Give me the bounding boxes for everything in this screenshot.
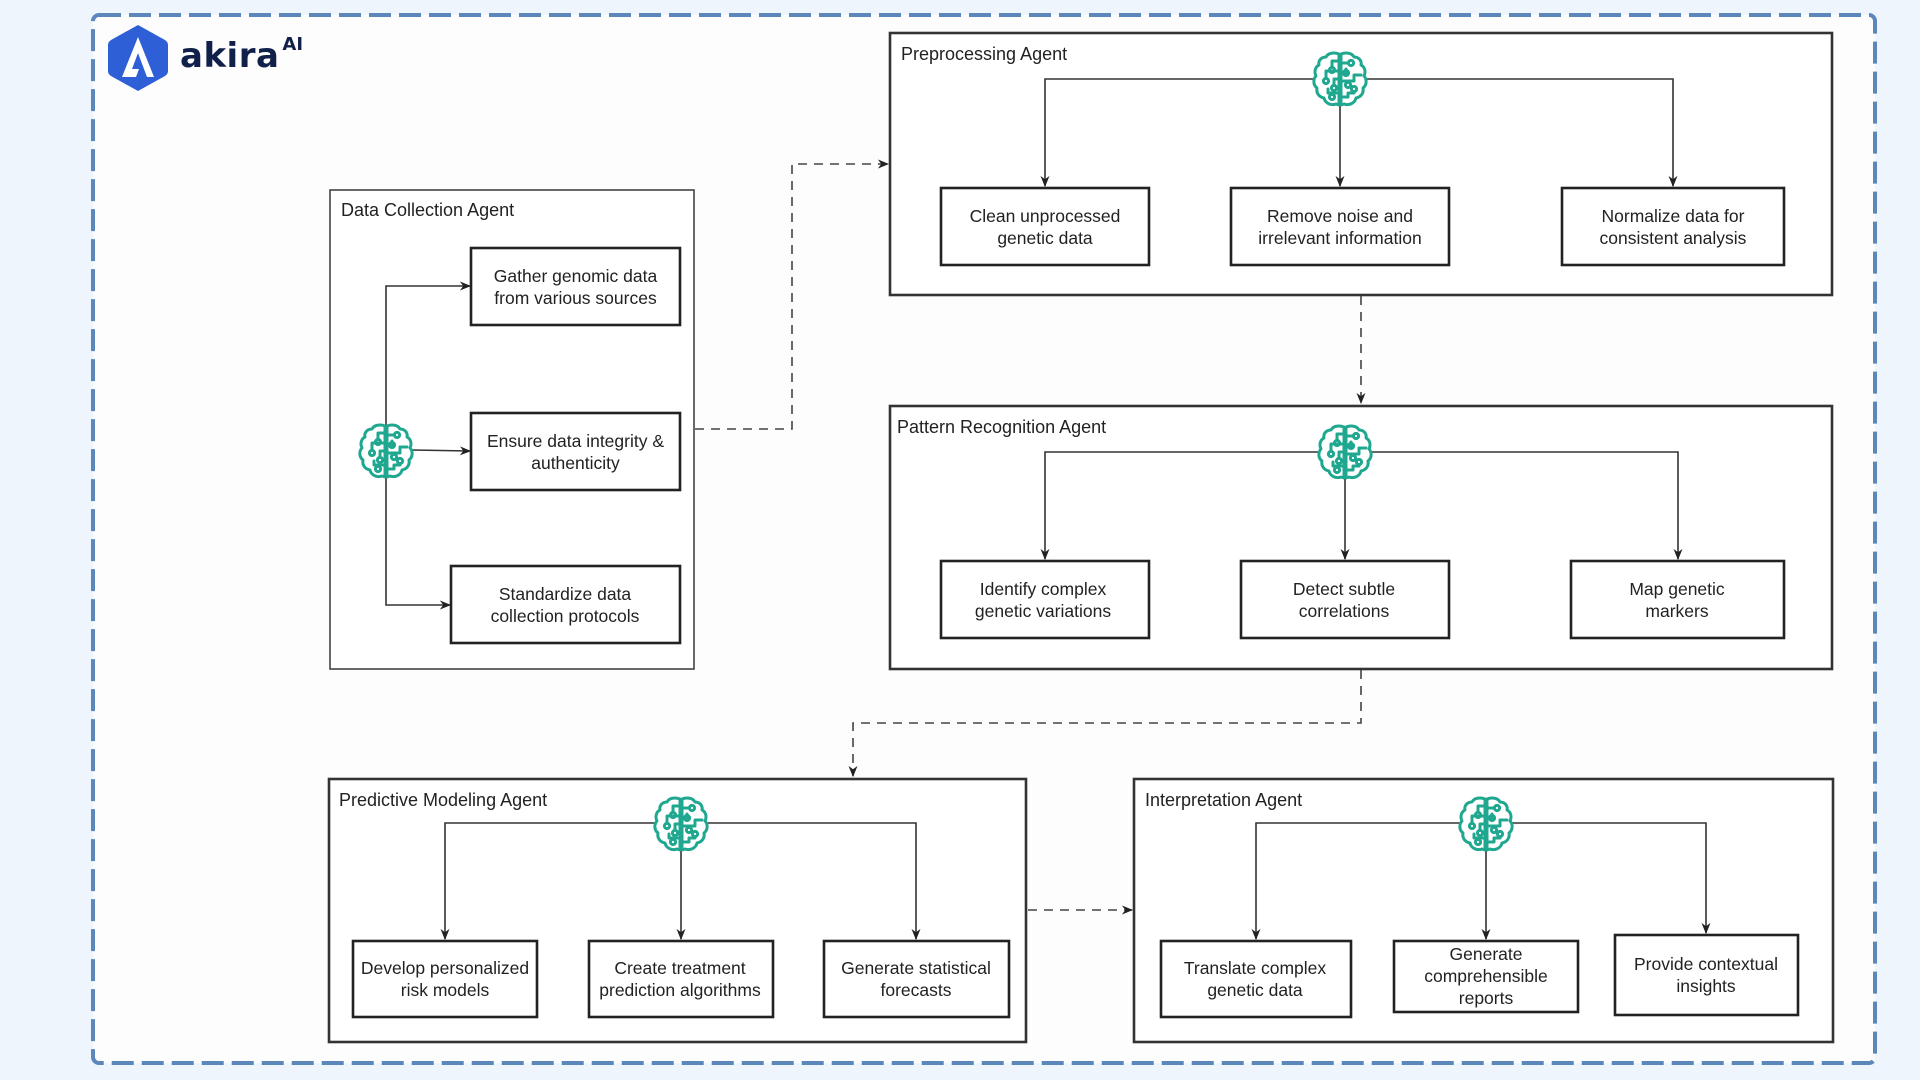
svg-text:genetic data: genetic data	[1207, 980, 1303, 1000]
svg-text:markers: markers	[1645, 601, 1708, 621]
svg-text:Detect subtle: Detect subtle	[1293, 579, 1395, 599]
svg-text:Normalize data for: Normalize data for	[1602, 206, 1745, 226]
svg-text:consistent analysis: consistent analysis	[1600, 228, 1747, 248]
svg-text:Generate: Generate	[1450, 944, 1523, 964]
svg-text:from various sources: from various sources	[494, 288, 657, 308]
svg-text:Clean unprocessed: Clean unprocessed	[970, 206, 1121, 226]
connector	[411, 446, 472, 456]
svg-text:prediction algorithms: prediction algorithms	[599, 980, 761, 1000]
interpretation-agent-title: Interpretation Agent	[1145, 790, 1302, 810]
task-normalize-data[interactable]: Normalize data for consistent analysis	[1560, 186, 1786, 267]
svg-text:risk models: risk models	[401, 980, 490, 1000]
task-provide-insights[interactable]: Provide contextual insights	[1613, 933, 1800, 1017]
task-gather-genomic-data[interactable]: Gather genomic data from various sources	[469, 246, 682, 327]
pattern-recognition-agent: Pattern Recognition Agent Identify compl…	[888, 404, 1834, 671]
task-standardize-protocols[interactable]: Standardize data collection protocols	[449, 564, 682, 645]
svg-text:Ensure data integrity &: Ensure data integrity &	[487, 431, 664, 451]
task-remove-noise[interactable]: Remove noise and irrelevant information	[1229, 186, 1451, 267]
svg-text:Standardize data: Standardize data	[499, 584, 632, 604]
preprocessing-agent: Preprocessing Agent Clean unprocessed ge…	[888, 31, 1834, 297]
svg-text:Translate complex: Translate complex	[1184, 958, 1327, 978]
svg-text:insights: insights	[1676, 976, 1736, 996]
task-create-treatment-algorithms[interactable]: Create treatment prediction algorithms	[587, 939, 775, 1019]
svg-text:forecasts: forecasts	[881, 980, 952, 1000]
svg-text:correlations: correlations	[1299, 601, 1390, 621]
task-map-markers[interactable]: Map genetic markers	[1569, 559, 1786, 640]
brand-suffix: AI	[282, 33, 304, 55]
svg-text:genetic data: genetic data	[997, 228, 1093, 248]
predictive-modeling-agent: Predictive Modeling Agent Develop person…	[327, 777, 1028, 1044]
task-develop-risk-models[interactable]: Develop personalized risk models	[351, 939, 539, 1019]
interpretation-agent: Interpretation Agent Translate complex g…	[1132, 777, 1835, 1044]
task-clean-genetic-data[interactable]: Clean unprocessed genetic data	[939, 186, 1151, 267]
svg-text:Develop personalized: Develop personalized	[361, 958, 529, 978]
task-ensure-data-integrity[interactable]: Ensure data integrity & authenticity	[469, 411, 682, 492]
svg-text:collection protocols: collection protocols	[491, 606, 640, 626]
svg-text:Generate statistical: Generate statistical	[841, 958, 991, 978]
task-translate-genetic-data[interactable]: Translate complex genetic data	[1159, 939, 1353, 1019]
svg-text:Provide contextual: Provide contextual	[1634, 954, 1778, 974]
task-identify-variations[interactable]: Identify complex genetic variations	[939, 559, 1151, 640]
svg-text:comprehensible: comprehensible	[1424, 966, 1548, 986]
flow-arrow-pattern-to-predictive	[848, 670, 1362, 778]
svg-text:Gather genomic data: Gather genomic data	[494, 266, 658, 286]
pattern-recognition-agent-title: Pattern Recognition Agent	[897, 417, 1106, 437]
agent-workflow-diagram: Data Collection Agent Gather genomic dat…	[91, 13, 1877, 1065]
svg-text:reports: reports	[1459, 988, 1514, 1008]
svg-text:genetic variations: genetic variations	[975, 601, 1111, 621]
task-generate-forecasts[interactable]: Generate statistical forecasts	[822, 939, 1011, 1019]
data-collection-agent-title: Data Collection Agent	[341, 200, 514, 220]
brand-name: akira	[180, 36, 280, 76]
svg-text:Identify complex: Identify complex	[980, 579, 1107, 599]
task-generate-reports[interactable]: Generate comprehensible reports	[1392, 939, 1580, 1014]
akira-ai-logo[interactable]: akira AI	[106, 22, 303, 94]
svg-text:irrelevant information: irrelevant information	[1258, 228, 1421, 248]
svg-text:Map genetic: Map genetic	[1629, 579, 1725, 599]
akira-logo-hexagon-icon	[108, 25, 168, 91]
preprocessing-agent-title: Preprocessing Agent	[901, 44, 1067, 64]
task-detect-correlations[interactable]: Detect subtle correlations	[1239, 559, 1451, 640]
predictive-modeling-agent-title: Predictive Modeling Agent	[339, 790, 547, 810]
data-collection-agent: Data Collection Agent Gather genomic dat…	[329, 189, 695, 670]
svg-text:authenticity: authenticity	[531, 453, 620, 473]
svg-text:Create treatment: Create treatment	[614, 958, 745, 978]
svg-text:Remove noise and: Remove noise and	[1267, 206, 1413, 226]
flow-arrow-collection-to-preprocessing	[695, 159, 890, 430]
